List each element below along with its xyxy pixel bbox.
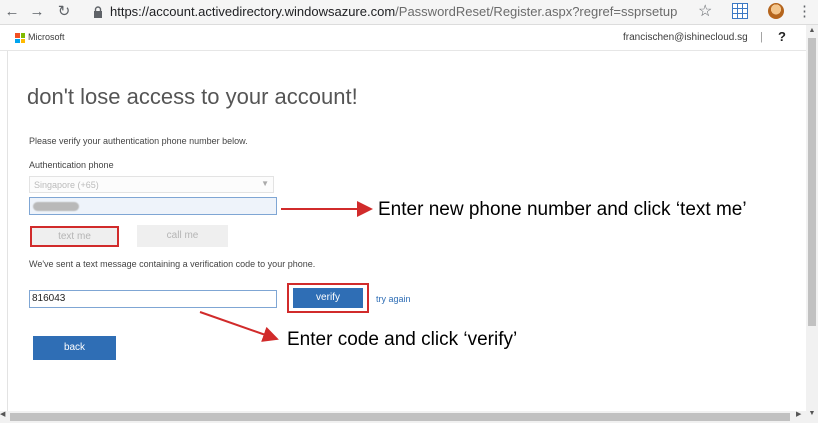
lock-icon[interactable]: [91, 5, 105, 19]
phone-annotation: Enter new phone number and click ‘text m…: [378, 199, 747, 220]
try-again-link[interactable]: try again: [376, 294, 411, 304]
verification-code-input[interactable]: 816043: [29, 290, 277, 308]
verify-button[interactable]: verify: [287, 283, 369, 313]
url-domain: https://account.activedirectory.windowsa…: [110, 4, 396, 19]
dropdown-arrow-icon: ▼: [261, 179, 269, 188]
back-arrow-icon[interactable]: ←: [2, 2, 22, 22]
horizontal-scrollbar-thumb[interactable]: [10, 413, 790, 421]
browser-toolbar: ← → ↻ https://account.activedirectory.wi…: [0, 0, 818, 25]
star-icon[interactable]: ☆: [698, 1, 712, 21]
country-select[interactable]: Singapore (+65) ▼: [29, 176, 274, 193]
country-select-value: Singapore (+65): [34, 180, 99, 190]
vertical-scrollbar-thumb[interactable]: [808, 38, 816, 326]
authentication-phone-label: Authentication phone: [29, 160, 114, 170]
verify-button-label: verify: [293, 288, 363, 308]
scroll-left-icon[interactable]: ◀: [0, 410, 5, 418]
user-email[interactable]: francischen@ishinecloud.sg: [623, 32, 748, 43]
address-bar[interactable]: https://account.activedirectory.windowsa…: [110, 4, 677, 19]
scroll-right-icon[interactable]: ▶: [796, 410, 801, 418]
microsoft-logo-icon: [15, 33, 25, 43]
scroll-down-icon[interactable]: ▼: [806, 410, 818, 417]
avatar[interactable]: [768, 3, 784, 19]
call-me-button[interactable]: call me: [137, 225, 228, 247]
redacted-phone-number: [33, 202, 79, 211]
left-border: [7, 51, 8, 411]
verification-sent-message: We've sent a text message containing a v…: [29, 259, 316, 269]
phone-number-input[interactable]: [29, 197, 277, 215]
instruction-text: Please verify your authentication phone …: [29, 136, 248, 146]
kebab-menu-icon[interactable]: ⋮: [797, 2, 812, 20]
site-header: Microsoft francischen@ishinecloud.sg | ?: [0, 25, 806, 51]
header-separator: |: [760, 31, 763, 43]
help-icon[interactable]: ?: [778, 29, 786, 44]
reload-icon[interactable]: ↻: [54, 2, 74, 22]
forward-arrow-icon[interactable]: →: [27, 2, 47, 22]
code-annotation: Enter code and click ‘verify’: [287, 329, 518, 350]
url-path: /PasswordReset/Register.aspx?regref=sspr…: [395, 4, 678, 19]
back-button[interactable]: back: [33, 336, 116, 360]
extension-icon[interactable]: [732, 3, 748, 19]
brand-name: Microsoft: [28, 32, 65, 42]
code-annotation-arrow: [199, 311, 279, 342]
page-title: don't lose access to your account!: [27, 84, 358, 109]
text-me-button[interactable]: text me: [30, 226, 119, 247]
scroll-up-icon[interactable]: ▲: [806, 27, 818, 34]
